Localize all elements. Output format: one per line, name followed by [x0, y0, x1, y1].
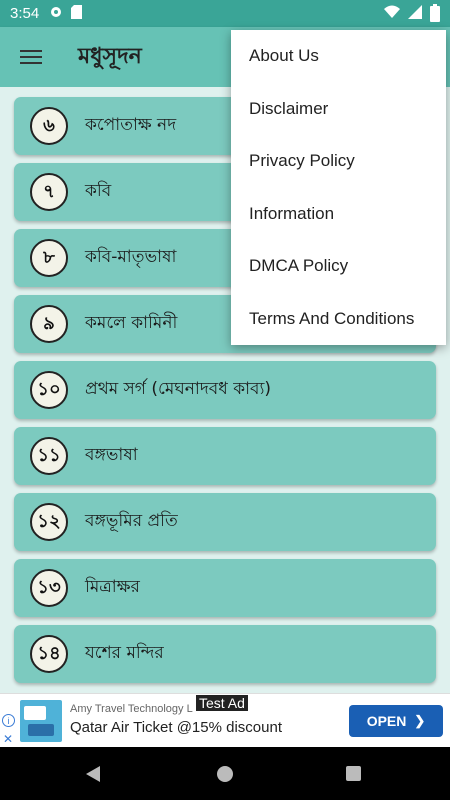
item-title: কবি: [85, 181, 112, 201]
ad-banner[interactable]: i ✕ Amy Travel Technology L Qatar Air Ti…: [0, 693, 450, 747]
list-item[interactable]: ১১ বঙ্গভাষা: [14, 427, 436, 485]
ad-info-icon[interactable]: i: [2, 714, 15, 727]
ad-thumbnail: [20, 700, 62, 742]
overflow-menu: About Us Disclaimer Privacy Policy Infor…: [231, 30, 446, 345]
menu-item-about-us[interactable]: About Us: [231, 30, 446, 83]
sd-card-icon: [71, 4, 83, 23]
menu-item-dmca-policy[interactable]: DMCA Policy: [231, 240, 446, 293]
menu-item-terms-and-conditions[interactable]: Terms And Conditions: [231, 293, 446, 346]
ad-headline: Qatar Air Ticket @15% discount: [70, 719, 282, 736]
item-title: প্রথম সর্গ (মেঘনাদবধ কাব্য): [85, 379, 272, 399]
ad-open-label: OPEN: [366, 713, 407, 729]
item-number-badge: ৬: [30, 107, 68, 145]
home-icon[interactable]: [217, 766, 233, 782]
item-title: মিত্রাক্ষর: [85, 577, 140, 597]
ad-open-button[interactable]: OPEN ❯: [349, 705, 443, 737]
item-number-badge: ১০: [30, 371, 68, 409]
item-number-badge: ১৪: [30, 635, 68, 673]
item-number-badge: ১১: [30, 437, 68, 475]
ad-close-icon[interactable]: ✕: [3, 732, 13, 746]
menu-item-privacy-policy[interactable]: Privacy Policy: [231, 135, 446, 188]
item-number-badge: ৭: [30, 173, 68, 211]
menu-item-information[interactable]: Information: [231, 188, 446, 241]
item-title: যশের মন্দির: [85, 643, 164, 663]
test-ad-tag: Test Ad: [196, 695, 248, 711]
list-item[interactable]: ১৪ যশের মন্দির: [14, 625, 436, 683]
item-number-badge: ৮: [30, 239, 68, 277]
item-number-badge: ১২: [30, 503, 68, 541]
chevron-right-icon: ❯: [414, 713, 426, 728]
item-title: কবি-মাতৃভাষা: [85, 247, 177, 267]
wifi-icon: [384, 5, 400, 22]
item-title: কমলে কামিনী: [85, 313, 178, 333]
status-bar: 3:54: [0, 0, 450, 27]
signal-icon: [408, 4, 422, 23]
menu-item-disclaimer[interactable]: Disclaimer: [231, 83, 446, 136]
menu-hamburger-icon[interactable]: [20, 46, 42, 68]
back-icon[interactable]: [86, 766, 100, 782]
item-title: কপোতাক্ষ নদ: [85, 115, 177, 135]
list-item[interactable]: ১২ বঙ্গভূমির প্রতি: [14, 493, 436, 551]
settings-icon: [49, 5, 63, 23]
item-number-badge: ৯: [30, 305, 68, 343]
recents-icon[interactable]: [346, 766, 361, 781]
app-title: মধুসূদন: [78, 43, 142, 69]
ad-brand: Amy Travel Technology L: [70, 703, 193, 715]
list-item[interactable]: ১০ প্রথম সর্গ (মেঘনাদবধ কাব্য): [14, 361, 436, 419]
battery-icon: [430, 3, 440, 22]
item-title: বঙ্গভূমির প্রতি: [85, 511, 178, 531]
item-title: বঙ্গভাষা: [85, 445, 138, 465]
list-item[interactable]: ১৩ মিত্রাক্ষর: [14, 559, 436, 617]
system-nav-bar: [0, 747, 450, 800]
item-number-badge: ১৩: [30, 569, 68, 607]
status-time: 3:54: [10, 5, 40, 22]
